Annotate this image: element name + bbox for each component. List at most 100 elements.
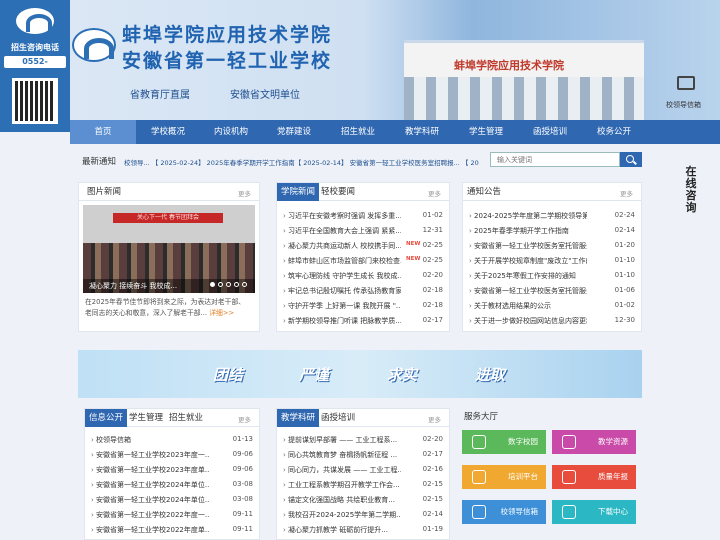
info-title[interactable]: 安徽省第一轻工业学校2023年度单... [91,465,209,475]
notice-title[interactable]: 安徽省第一轻工业学校医务室托管服务项... [469,286,587,296]
service-button[interactable]: 数字校园 [462,430,546,454]
info-title[interactable]: 安徽省第一轻工业学校2022年度一... [91,510,209,520]
service-button[interactable]: 校领导信箱 [462,500,546,524]
teach-title[interactable]: 工业工程系教学期召开教学工作会... [283,480,401,490]
notice-title[interactable]: 2024-2025学年度第二学期校领导第二... [469,211,587,221]
teach-row[interactable]: 凝心聚力抓教学 砥砺前行提升... 01-19 [277,521,449,539]
college-news-row[interactable]: 新学期校领导推门听课 把脉教学质... 02-17 [277,312,449,330]
college-news-title[interactable]: 筑牢心理防线 守护学生成长 我校成... [283,271,401,281]
service-icon [472,505,486,519]
college-news-title[interactable]: 新学期校领导推门听课 把脉教学质... [283,316,401,326]
service-button[interactable]: 下载中心 [552,500,636,524]
more-link[interactable]: 更多 [428,188,441,198]
teach-title[interactable]: 锚定文化强国战略 共绘职业教育... [283,495,401,505]
info-title[interactable]: 校领导信箱 [91,435,209,445]
slogan-word: 团结 [212,366,243,384]
service-icon [562,435,576,449]
nav-item-students[interactable]: 学生管理 [454,120,518,144]
news-photo[interactable]: 关心下一代 春节团拜会 凝心聚力 接续奋斗 我校成... [83,205,255,293]
info-title[interactable]: 安徽省第一轻工业学校2022年度单... [91,525,209,535]
tab-admissions[interactable]: 招生就业 [165,409,207,427]
picture-news-desc: 在2025年春节佳节即将到来之际，为表达对老干部、老同志的关心和敬意，深入了解老… [85,298,246,317]
notice-date: 01-10 [614,256,635,264]
college-news-title[interactable]: 牢记总书记殷切嘱托 传承弘扬教育家... [283,286,401,296]
service-icon [562,505,576,519]
notice-row[interactable]: 关于进一步做好校园网站信息内容更新维... 12-30 [463,312,641,330]
notice-title[interactable]: 关于教材选用结果的公示 [469,301,587,311]
search-input[interactable] [490,152,620,167]
nav-item-affairs[interactable]: 校务公开 [582,120,646,144]
school-logo-icon [16,8,54,34]
service-button[interactable]: 教学资源 [552,430,636,454]
college-news-date: 12-31 [422,226,443,234]
online-consult-button[interactable]: 在线咨询 [682,166,700,214]
hotline-label: 招生咨询电话 [11,43,59,52]
notices-panel: 通知公告 更多 2024-2025学年度第二学期校领导第二... 02-24 2025… [462,182,642,332]
info-title[interactable]: 安徽省第一轻工业学校2024年单位... [91,480,209,490]
teach-title[interactable]: 提前谋划早部署 —— 工业工程系... [283,435,401,445]
notice-title[interactable]: 关于进一步做好校园网站信息内容更新维... [469,316,587,326]
service-label: 数字校园 [508,437,538,446]
college-news-title[interactable]: 习近平在全国教育大会上强调 紧紧... [283,226,401,236]
service-button[interactable]: 培训平台 [462,465,546,489]
service-label: 下载中心 [598,507,628,516]
info-title[interactable]: 安徽省第一轻工业学校2024年单位... [91,495,209,505]
notices-title: 通知公告 [467,187,502,197]
tab-college-news[interactable]: 学院新闻 [277,183,320,201]
nav-item-overview[interactable]: 学校概况 [136,120,200,144]
detail-link[interactable]: 详细>> [209,309,234,317]
new-badge-icon: NEW [406,256,421,262]
left-strip: 招生咨询电话 0552-4125313 [0,0,70,132]
nav-item-departments[interactable]: 内设机构 [200,120,262,144]
notice-title[interactable]: 2025年春季学期开学工作指南 [469,226,587,236]
tab-school-news[interactable]: 轻校要闻 [317,183,359,201]
teaching-panel: 教学科研函授培训 更多 提前谋划早部署 —— 工业工程系... 02-20 同心共筑教… [276,408,450,540]
teach-title[interactable]: 同心共筑教育梦 奋楫扬帆新征程 ... [283,450,401,460]
more-link[interactable]: 更多 [238,414,251,424]
mailbox-label[interactable]: 校领导信箱 [666,100,701,110]
college-news-date: 01-02 [422,211,443,219]
more-link[interactable]: 更多 [238,188,251,198]
info-date: 09-11 [232,525,253,533]
college-news-title[interactable]: 蚌埠市蚌山区市场监管部门来校检查... [283,256,401,266]
info-row[interactable]: 安徽省第一轻工业学校2022年度单... 09-11 [85,521,259,539]
college-news-date: 02-17 [422,316,443,324]
carousel-dots[interactable] [207,280,247,289]
latest-notice-label: 最新通知 [82,157,117,167]
college-news-title[interactable]: 习近平在安徽考察时强调 发挥多重... [283,211,401,221]
college-news-title[interactable]: 守护开学季 上好第一课 我院开展 "... [283,301,401,311]
nav-item-home[interactable]: 首页 [70,120,136,144]
notice-ticker[interactable]: 校领导... 【 2025-02-24】 2025年春季学期开学工作指南【 20… [124,157,532,167]
tab-teaching[interactable]: 教学科研 [277,409,320,427]
info-title[interactable]: 安徽省第一轻工业学校2023年度一... [91,450,209,460]
teach-title[interactable]: 凝心聚力抓教学 砥砺前行提升... [283,525,401,535]
notice-title[interactable]: 关于开展学校规章制度"废改立"工作的... [469,256,587,266]
mailbox-icon[interactable] [670,76,700,98]
latest-notice-bar: 最新通知 校领导... 【 2025-02-24】 2025年春季学期开学工作指… [82,152,642,168]
teach-date: 01-19 [422,525,443,533]
service-hall-title: 服务大厅 [464,412,499,422]
picture-news-panel: 图片新闻 更多 关心下一代 春节团拜会 凝心聚力 接续奋斗 我校成... 在202… [78,182,260,332]
nav-item-training[interactable]: 函授培训 [518,120,582,144]
more-link[interactable]: 更多 [428,414,441,424]
nav-item-teaching[interactable]: 教学科研 [390,120,454,144]
tab-info-open[interactable]: 信息公开 [85,409,128,427]
tab-student-mgmt[interactable]: 学生管理 [125,409,167,427]
main-nav: 首页 学校概况 内设机构 党群建设 招生就业 教学科研 学生管理 函授培训 校务… [70,120,720,144]
service-label: 培训平台 [508,472,538,481]
notice-title[interactable]: 关于2025年寒假工作安排的通知 [469,271,587,281]
service-label: 校领导信箱 [500,507,539,516]
nav-item-party[interactable]: 党群建设 [262,120,326,144]
notice-date: 01-06 [614,286,635,294]
teach-title[interactable]: 我校召开2024-2025学年第二学期... [283,510,401,520]
college-news-title[interactable]: 凝心聚力共商运动新人 校校携手同... [283,241,401,251]
teach-title[interactable]: 同心同力，共谋发展 —— 工业工程... [283,465,401,475]
service-button[interactable]: 质量年报 [552,465,636,489]
tab-correspondence[interactable]: 函授培训 [317,409,359,427]
more-link[interactable]: 更多 [620,188,633,198]
college-news-date: 02-18 [422,301,443,309]
notice-title[interactable]: 安徽省第一轻工业学校医务室托管服务项... [469,241,587,251]
search-icon[interactable] [620,152,642,167]
nav-item-admissions[interactable]: 招生就业 [326,120,390,144]
banner-subtitle-2: 安徽省文明单位 [230,90,300,101]
